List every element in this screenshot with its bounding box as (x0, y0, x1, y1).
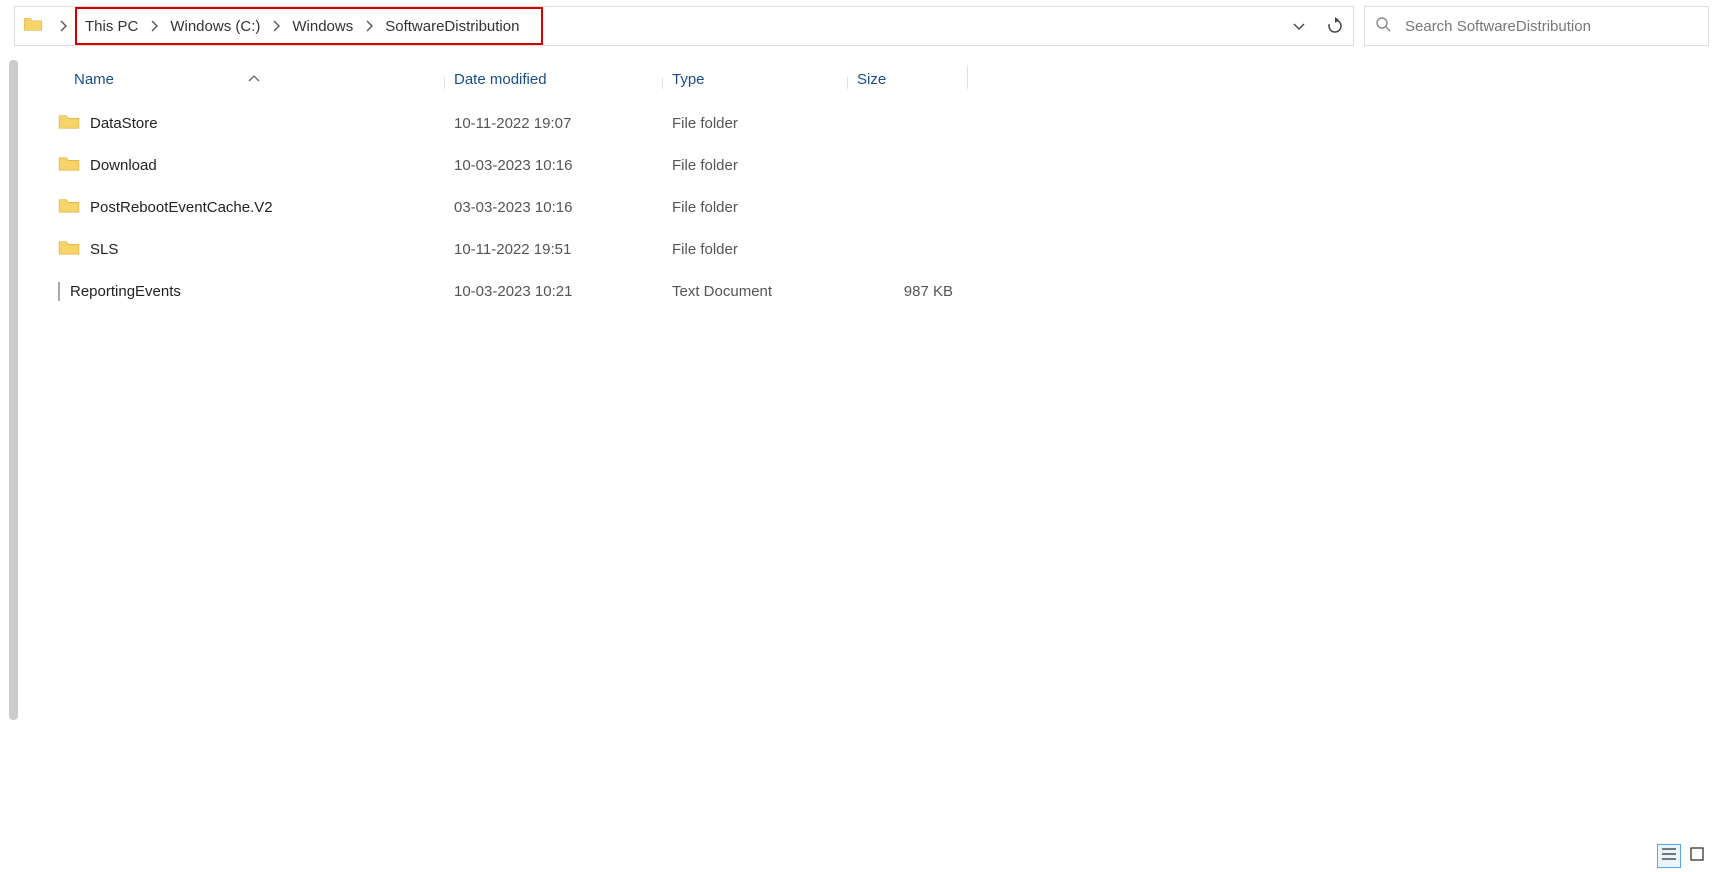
folder-icon (58, 112, 80, 134)
address-bar[interactable]: This PC Windows (C:) Windows SoftwareDis… (14, 6, 1354, 46)
column-header-type[interactable]: Type (662, 71, 847, 95)
square-icon (1690, 847, 1704, 865)
toolbar: This PC Windows (C:) Windows SoftwareDis… (0, 0, 1717, 52)
column-header-date[interactable]: Date modified (444, 71, 662, 95)
chevron-right-icon[interactable] (264, 20, 288, 32)
item-date: 10-03-2023 10:16 (444, 157, 662, 174)
rows-container: DataStore 10-11-2022 19:07 File folder D… (32, 96, 1717, 312)
column-label: Name (74, 71, 114, 88)
item-name: SLS (90, 241, 118, 258)
chevron-right-icon[interactable] (142, 20, 166, 32)
item-date: 10-03-2023 10:21 (444, 283, 662, 300)
column-label: Date modified (454, 71, 547, 88)
folder-icon (58, 238, 80, 260)
item-name: ReportingEvents (70, 283, 181, 300)
main-area: Name Date modified Type Size DataStore 1… (0, 52, 1717, 838)
chevron-right-icon[interactable] (51, 20, 75, 32)
item-name: Download (90, 157, 157, 174)
item-type: File folder (662, 199, 847, 216)
nav-pane-collapsed (0, 52, 32, 838)
column-label: Size (857, 71, 886, 88)
details-view-button[interactable] (1657, 844, 1681, 868)
item-date: 03-03-2023 10:16 (444, 199, 662, 216)
folder-icon (15, 16, 51, 36)
text-file-icon (58, 283, 60, 300)
column-headers: Name Date modified Type Size (32, 58, 1717, 96)
item-type: File folder (662, 115, 847, 132)
list-lines-icon (1661, 847, 1677, 865)
scrollbar[interactable] (9, 60, 18, 720)
column-header-name[interactable]: Name (32, 71, 444, 95)
column-header-size[interactable]: Size (847, 71, 967, 95)
item-type: File folder (662, 241, 847, 258)
list-item[interactable]: Download 10-03-2023 10:16 File folder (32, 144, 1717, 186)
item-name: DataStore (90, 115, 158, 132)
history-dropdown-button[interactable] (1281, 7, 1317, 45)
folder-icon (58, 196, 80, 218)
folder-icon (58, 154, 80, 176)
breadcrumb: This PC Windows (C:) Windows SoftwareDis… (75, 7, 543, 45)
search-input[interactable] (1405, 18, 1698, 35)
sort-ascending-icon (248, 69, 260, 86)
breadcrumb-segment[interactable]: Windows (288, 9, 357, 43)
chevron-right-icon[interactable] (357, 20, 381, 32)
item-size: 987 KB (847, 283, 967, 300)
thumbnails-view-button[interactable] (1685, 844, 1709, 868)
breadcrumb-segment[interactable]: Windows (C:) (166, 9, 264, 43)
column-label: Type (672, 71, 705, 88)
list-item[interactable]: SLS 10-11-2022 19:51 File folder (32, 228, 1717, 270)
item-date: 10-11-2022 19:07 (444, 115, 662, 132)
refresh-button[interactable] (1317, 7, 1353, 45)
item-date: 10-11-2022 19:51 (444, 241, 662, 258)
file-list: Name Date modified Type Size DataStore 1… (32, 52, 1717, 838)
item-type: File folder (662, 157, 847, 174)
list-item[interactable]: ReportingEvents 10-03-2023 10:21 Text Do… (32, 270, 1717, 312)
search-icon (1375, 16, 1391, 36)
breadcrumb-segment[interactable]: SoftwareDistribution (381, 9, 523, 43)
breadcrumb-segment[interactable]: This PC (81, 9, 142, 43)
item-name: PostRebootEventCache.V2 (90, 199, 273, 216)
search-box[interactable] (1364, 6, 1709, 46)
list-item[interactable]: PostRebootEventCache.V2 03-03-2023 10:16… (32, 186, 1717, 228)
item-type: Text Document (662, 283, 847, 300)
view-switcher (1657, 844, 1709, 868)
list-item[interactable]: DataStore 10-11-2022 19:07 File folder (32, 102, 1717, 144)
